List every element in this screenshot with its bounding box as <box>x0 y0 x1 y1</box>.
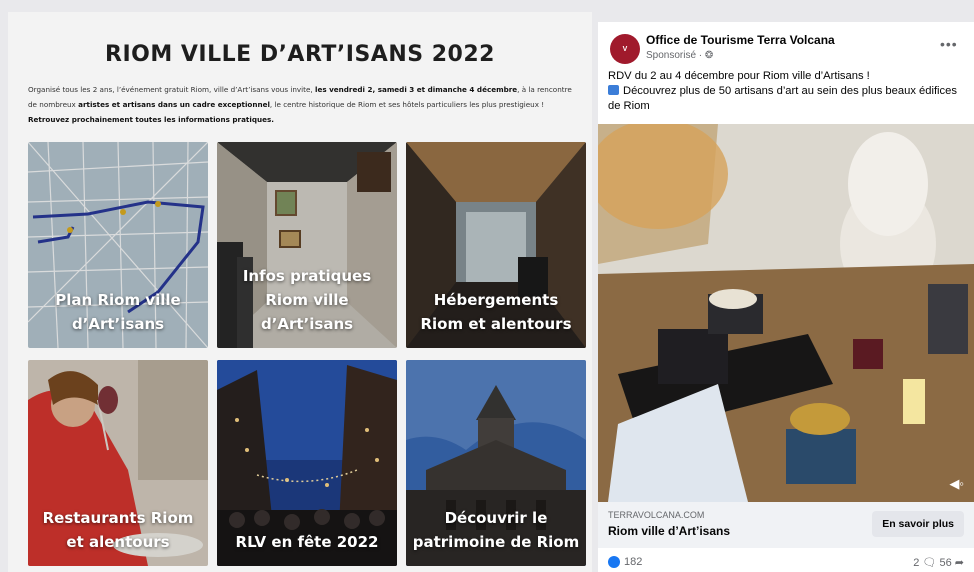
engagement-stats[interactable]: 2 🗨 56 ➦ <box>913 556 964 569</box>
tile-rlv-en-fete[interactable]: RLV en fête 2022 <box>217 360 397 566</box>
page-avatar[interactable]: V <box>610 34 640 64</box>
page-name[interactable]: Office de Tourisme Terra Volcana <box>646 33 835 47</box>
intro-info-note: Retrouvez prochainement toutes les infor… <box>28 115 274 124</box>
intro-text: Organisé tous les 2 ans, l’événement gra… <box>28 82 582 127</box>
link-title: Riom ville d’Art’isans <box>608 524 731 538</box>
post-line-1: RDV du 2 au 4 décembre pour Riom ville d… <box>608 70 870 82</box>
ad-video[interactable]: ◀◦ <box>598 124 974 502</box>
facebook-ad: V Office de Tourisme Terra Volcana Spons… <box>598 22 974 572</box>
link-domain: TERRAVOLCANA.COM <box>608 510 705 520</box>
more-options-icon[interactable]: ••• <box>940 36 958 52</box>
tile-patrimoine[interactable]: Découvrir le patrimoine de Riom <box>406 360 586 566</box>
tile-label: Infos pratiques Riom ville d’Art’isans <box>242 267 372 333</box>
post-text: RDV du 2 au 4 décembre pour Riom ville d… <box>608 69 968 114</box>
shares-count: 56 <box>939 557 952 569</box>
intro-dates: les vendredi 2, samedi 3 et dimanche 4 d… <box>314 85 518 94</box>
jewelry-display-image <box>598 124 974 502</box>
tile-infos-pratiques[interactable]: Infos pratiques Riom ville d’Art’isans <box>217 142 397 348</box>
tv-emoji-icon <box>608 85 619 95</box>
tile-label: Restaurants Riom et alentours <box>42 509 194 551</box>
link-preview[interactable]: TERRAVOLCANA.COM Riom ville d’Art’isans … <box>598 502 974 548</box>
website-panel: RIOM VILLE D’ART’ISANS 2022 Organisé tou… <box>8 12 592 572</box>
learn-more-button[interactable]: En savoir plus <box>872 511 964 537</box>
sponsored-label: Sponsorisé · ❂ <box>646 50 714 61</box>
like-icon <box>608 556 620 568</box>
comments-count: 2 <box>913 557 920 569</box>
page-title: RIOM VILLE D’ART’ISANS 2022 <box>105 42 495 67</box>
share-icon: ➦ <box>954 557 964 569</box>
tile-label: Hébergements Riom et alentours <box>420 291 572 333</box>
tile-label: Plan Riom ville d’Art’isans <box>55 291 181 333</box>
post-line-2: Découvrez plus de 50 artisans d’art au s… <box>608 85 957 112</box>
comment-icon: 🗨 <box>922 557 937 569</box>
tile-label: Découvrir le patrimoine de Riom <box>412 509 580 551</box>
tile-plan[interactable]: Plan Riom ville d’Art’isans <box>28 142 208 348</box>
volume-icon[interactable]: ◀◦ <box>949 476 964 492</box>
tile-label: RLV en fête 2022 <box>235 533 379 551</box>
reactions-count[interactable]: 182 <box>608 556 642 568</box>
likes-count: 182 <box>624 556 643 568</box>
intro-part-3: , le centre historique de Riom et ses hô… <box>269 100 545 109</box>
tile-restaurants[interactable]: Restaurants Riom et alentours <box>28 360 208 566</box>
tile-hebergements[interactable]: Hébergements Riom et alentours <box>406 142 586 348</box>
intro-highlight: artistes et artisans dans un cadre excep… <box>78 100 270 109</box>
intro-part-1: Organisé tous les 2 ans, l’événement gra… <box>28 85 315 94</box>
